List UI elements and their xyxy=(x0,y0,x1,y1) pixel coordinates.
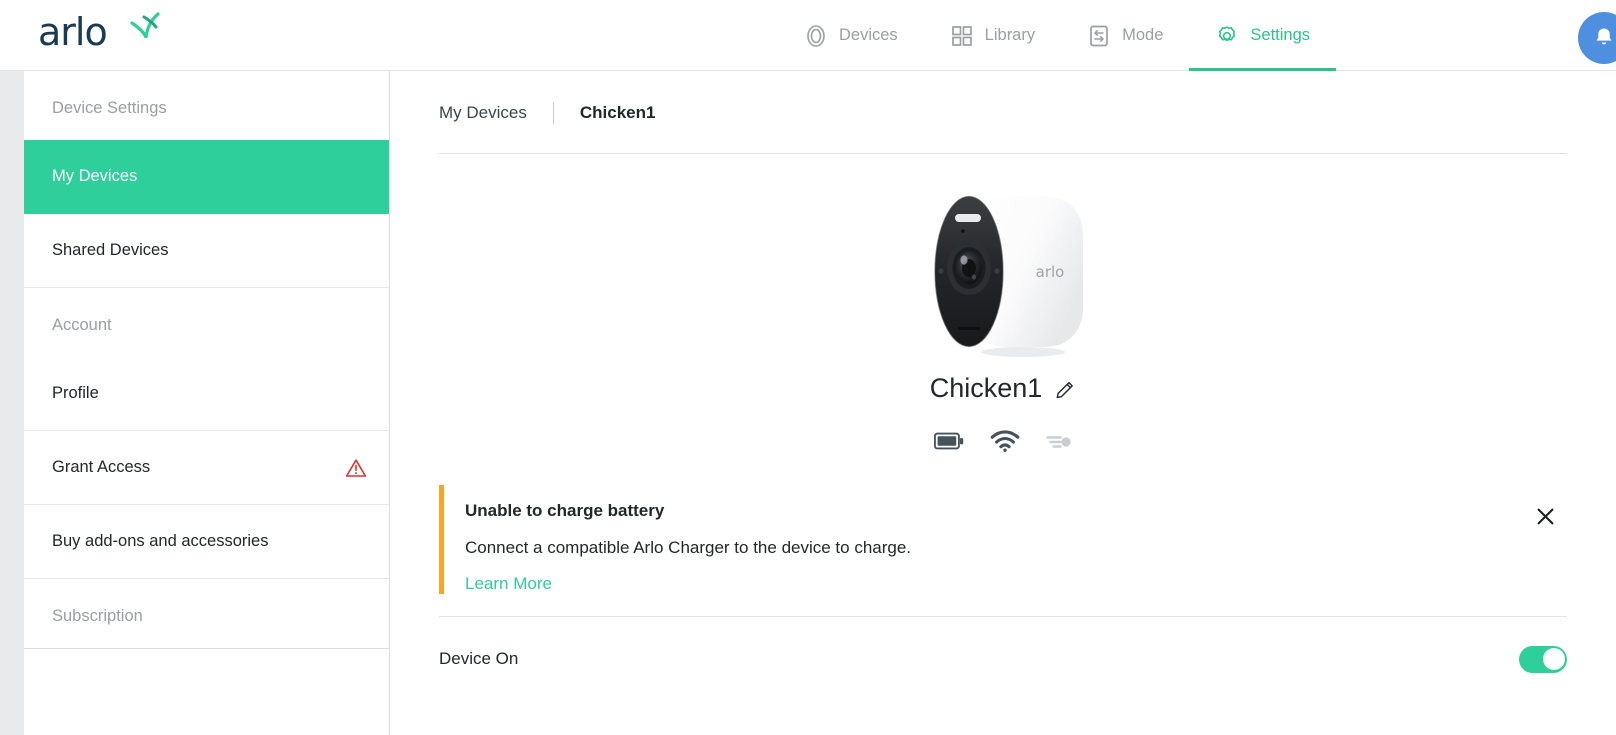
main-nav: Devices Library Mode Setti xyxy=(778,0,1336,71)
gear-icon xyxy=(1215,24,1239,48)
alert-title: Unable to charge battery xyxy=(465,501,1567,521)
settings-sidebar: Device Settings My Devices Shared Device… xyxy=(24,71,390,735)
sidebar-group-subscription: Subscription xyxy=(24,579,389,648)
sidebar-item-label-shared-devices: Shared Devices xyxy=(52,241,168,260)
camera-lens-icon xyxy=(804,24,828,48)
notifications-button[interactable] xyxy=(1578,12,1616,64)
battery-full-icon xyxy=(934,432,964,450)
pencil-icon[interactable] xyxy=(1055,378,1076,399)
breadcrumb-parent[interactable]: My Devices xyxy=(439,103,527,123)
arlo-camera-image: arlo xyxy=(903,179,1103,369)
mode-icon xyxy=(1087,24,1111,48)
toggle-knob xyxy=(1543,648,1565,670)
sidebar-item-label-buy-addons: Buy add-ons and accessories xyxy=(52,532,268,551)
main-content: My Devices Chicken1 xyxy=(390,71,1616,735)
sidebar-item-label-my-devices: My Devices xyxy=(52,167,137,186)
breadcrumb-separator xyxy=(553,102,554,124)
sidebar-item-buy-addons[interactable]: Buy add-ons and accessories xyxy=(24,505,389,579)
app-header: arlo Devices Library xyxy=(0,0,1616,71)
device-on-toggle[interactable] xyxy=(1519,646,1567,673)
setting-row-device-on: Device On xyxy=(439,617,1567,701)
device-title-row: Chicken1 xyxy=(930,373,1077,404)
logo-wordmark: arlo xyxy=(38,10,107,54)
breadcrumb-current: Chicken1 xyxy=(580,103,656,123)
setting-label-device-on: Device On xyxy=(439,649,518,669)
device-name: Chicken1 xyxy=(930,373,1043,404)
svg-text:arlo: arlo xyxy=(1036,263,1065,281)
sidebar-item-grant-access[interactable]: Grant Access xyxy=(24,431,389,505)
app-body: Device Settings My Devices Shared Device… xyxy=(0,71,1616,735)
warning-triangle-icon xyxy=(345,458,367,478)
sidebar-item-shared-devices[interactable]: Shared Devices xyxy=(24,214,389,288)
sidebar-group-device-settings: Device Settings xyxy=(24,71,389,140)
sidebar-item-profile[interactable]: Profile xyxy=(24,357,389,431)
wifi-icon xyxy=(990,430,1020,452)
nav-item-devices[interactable]: Devices xyxy=(778,0,924,71)
arlo-logo[interactable]: arlo xyxy=(38,10,148,54)
nav-item-mode[interactable]: Mode xyxy=(1061,0,1189,71)
alert-learn-more-link[interactable]: Learn More xyxy=(465,574,1567,594)
left-rail xyxy=(0,71,24,735)
nav-label-devices: Devices xyxy=(839,26,898,45)
close-icon xyxy=(1537,508,1554,525)
device-hero: arlo Chicken1 xyxy=(390,154,1616,452)
sidebar-divider xyxy=(24,648,389,649)
alert-body: Unable to charge battery Connect a compa… xyxy=(444,485,1567,594)
bell-icon xyxy=(1591,25,1616,51)
nav-label-settings: Settings xyxy=(1250,26,1310,45)
sidebar-item-label-profile: Profile xyxy=(52,384,99,403)
breadcrumb: My Devices Chicken1 xyxy=(390,71,1616,124)
logo-swoosh-icon xyxy=(130,10,164,38)
sidebar-item-label-grant-access: Grant Access xyxy=(52,458,150,477)
signal-strength-icon xyxy=(1046,433,1072,449)
nav-item-library[interactable]: Library xyxy=(924,0,1061,71)
alert-close-button[interactable] xyxy=(1532,503,1558,529)
nav-label-mode: Mode xyxy=(1122,26,1163,45)
grid-icon xyxy=(950,24,974,48)
sidebar-item-my-devices[interactable]: My Devices xyxy=(24,140,389,214)
nav-item-settings[interactable]: Settings xyxy=(1189,0,1336,71)
alert-message: Connect a compatible Arlo Charger to the… xyxy=(465,538,1567,558)
alert-banner: Unable to charge battery Connect a compa… xyxy=(439,485,1567,617)
device-status-icons xyxy=(934,430,1072,452)
nav-label-library: Library xyxy=(985,26,1035,45)
sidebar-group-account: Account xyxy=(24,288,389,357)
